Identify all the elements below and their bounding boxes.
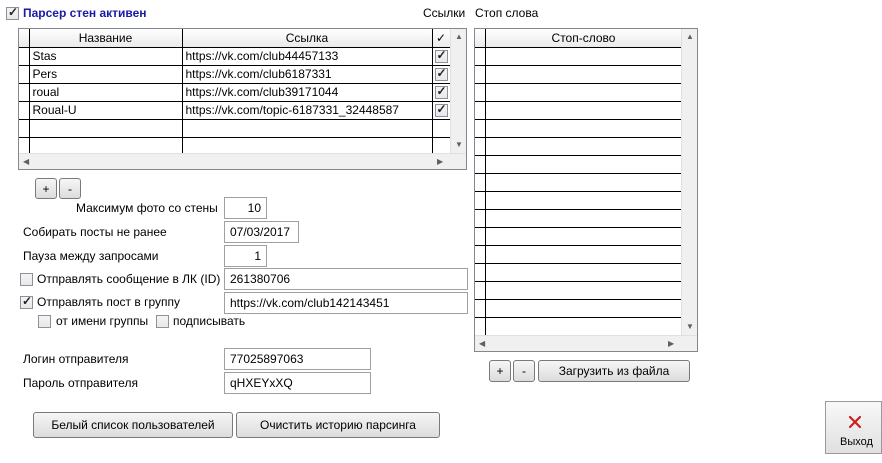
- max-photo-input[interactable]: 10: [224, 197, 267, 219]
- link-url: https://vk.com/club6187331: [182, 65, 433, 84]
- links-grid[interactable]: Название Ссылка ✓ Stas https://vk.com/cl…: [18, 28, 467, 170]
- table-row[interactable]: [475, 173, 683, 192]
- link-url: https://vk.com/club39171044: [182, 83, 433, 102]
- stopwords-grid[interactable]: Стоп-слово ▲ ▼ ◀ ▶: [474, 28, 698, 352]
- link-enabled-checkbox[interactable]: [434, 84, 448, 99]
- pause-input[interactable]: 1: [224, 245, 267, 267]
- table-row[interactable]: [475, 137, 683, 156]
- link-enabled-checkbox[interactable]: [434, 102, 448, 117]
- table-row[interactable]: [475, 299, 683, 318]
- scroll-right-icon[interactable]: ▶: [668, 340, 674, 348]
- stopwords-table: Стоп-слово: [475, 29, 683, 336]
- table-row[interactable]: [475, 227, 683, 246]
- link-url: https://vk.com/topic-6187331_32448587: [182, 101, 433, 120]
- load-from-file-button[interactable]: Загрузить из файла: [538, 360, 690, 382]
- table-row[interactable]: [475, 65, 683, 84]
- link-name: Stas: [29, 47, 183, 66]
- sender-login-input[interactable]: 77025897063: [224, 348, 371, 370]
- scroll-up-icon[interactable]: ▲: [455, 33, 463, 41]
- table-row[interactable]: [475, 47, 683, 66]
- table-row[interactable]: [475, 263, 683, 282]
- table-row[interactable]: [475, 209, 683, 228]
- sign-checkbox[interactable]: [156, 315, 169, 328]
- stopwords-header: Стоп-слово: [485, 29, 683, 48]
- send-post-label: Отправлять пост в группу: [37, 295, 180, 309]
- link-enabled-checkbox[interactable]: [434, 66, 448, 81]
- table-row[interactable]: [475, 281, 683, 300]
- links-title: Ссылки: [423, 6, 466, 20]
- parser-active-label: Парсер стен активен: [23, 6, 147, 20]
- table-row[interactable]: [475, 101, 683, 120]
- table-row[interactable]: [475, 119, 683, 138]
- as-group-checkbox[interactable]: [38, 315, 51, 328]
- remove-link-button[interactable]: -: [59, 178, 81, 199]
- sender-login-label: Логин отправителя: [23, 352, 129, 366]
- collect-since-label: Собирать посты не ранее: [23, 225, 167, 239]
- links-vertical-scrollbar[interactable]: ▲ ▼: [450, 29, 466, 153]
- table-row[interactable]: [475, 191, 683, 210]
- links-table: Название Ссылка ✓ Stas https://vk.com/cl…: [19, 29, 451, 156]
- table-row[interactable]: Pers https://vk.com/club6187331: [19, 65, 451, 84]
- send-post-checkbox[interactable]: [20, 294, 33, 309]
- links-header-check: ✓: [432, 29, 451, 48]
- links-header-url: Ссылка: [182, 29, 433, 48]
- collect-since-input[interactable]: 07/03/2017: [224, 221, 299, 243]
- sender-password-input[interactable]: qHXEYxXQ: [224, 372, 371, 394]
- send-post-input[interactable]: https://vk.com/club142143451: [224, 292, 468, 314]
- scroll-left-icon[interactable]: ◀: [479, 340, 485, 348]
- scroll-left-icon[interactable]: ◀: [23, 158, 29, 166]
- send-message-input[interactable]: 261380706: [224, 268, 468, 290]
- table-row[interactable]: Roual-U https://vk.com/topic-6187331_324…: [19, 101, 451, 120]
- max-photo-label: Максимум фото со стены: [76, 201, 218, 215]
- links-header-name: Название: [29, 29, 183, 48]
- link-name: Roual-U: [29, 101, 183, 120]
- scroll-down-icon[interactable]: ▼: [455, 141, 463, 149]
- exit-label: Выход: [840, 436, 873, 448]
- close-icon: [848, 415, 862, 429]
- send-message-checkbox[interactable]: [20, 273, 33, 286]
- scroll-down-icon[interactable]: ▼: [686, 323, 694, 331]
- add-link-button[interactable]: +: [35, 178, 57, 199]
- link-name: Pers: [29, 65, 183, 84]
- remove-stopword-button[interactable]: -: [513, 360, 535, 382]
- table-row[interactable]: roual https://vk.com/club39171044: [19, 83, 451, 102]
- stopwords-title: Стоп слова: [475, 6, 539, 20]
- link-name: roual: [29, 83, 183, 102]
- table-row[interactable]: [19, 119, 451, 138]
- link-enabled-checkbox[interactable]: [434, 48, 448, 63]
- as-group-label: от имени группы: [56, 314, 149, 328]
- scroll-right-icon[interactable]: ▶: [437, 158, 443, 166]
- table-row[interactable]: [475, 155, 683, 174]
- add-stopword-button[interactable]: +: [489, 360, 511, 382]
- send-message-label: Отправлять сообщение в ЛК (ID): [37, 272, 221, 286]
- links-horizontal-scrollbar[interactable]: ◀ ▶: [19, 153, 466, 169]
- parser-active-checkbox[interactable]: [6, 5, 19, 20]
- table-row[interactable]: [475, 317, 683, 336]
- table-row[interactable]: [475, 83, 683, 102]
- pause-label: Пауза между запросами: [23, 249, 159, 263]
- whitelist-button[interactable]: Белый список пользователей: [33, 412, 233, 438]
- sign-label: подписывать: [173, 314, 246, 328]
- stopwords-vertical-scrollbar[interactable]: ▲ ▼: [681, 29, 697, 335]
- table-row[interactable]: Stas https://vk.com/club44457133: [19, 47, 451, 66]
- link-url: https://vk.com/club44457133: [182, 47, 433, 66]
- exit-button[interactable]: Выход: [825, 401, 882, 454]
- scroll-up-icon[interactable]: ▲: [686, 33, 694, 41]
- stopwords-horizontal-scrollbar[interactable]: ◀ ▶: [475, 335, 697, 351]
- table-row[interactable]: [475, 245, 683, 264]
- clear-history-button[interactable]: Очистить историю парсинга: [236, 412, 440, 438]
- sender-password-label: Пароль отправителя: [23, 376, 138, 390]
